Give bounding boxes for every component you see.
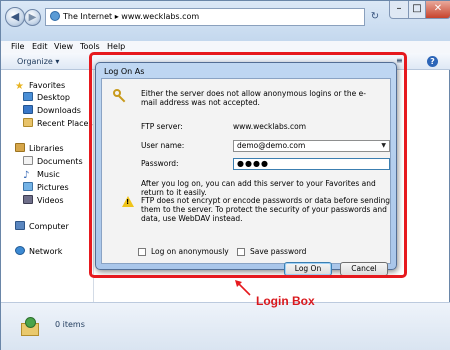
maximize-button[interactable]: □ (408, 1, 426, 19)
status-bar: 0 items (1, 302, 450, 350)
documents-icon (23, 156, 33, 165)
sidebar-item-network[interactable]: Network (15, 246, 62, 258)
navigation-pane: ★ Favorites Desktop Downloads Recent Plac… (1, 70, 93, 302)
pictures-icon (23, 182, 33, 191)
music-icon: ♪ (23, 170, 30, 181)
address-text: The Internet ▸ www.wecklabs.com (63, 12, 200, 21)
address-bar[interactable]: The Internet ▸ www.wecklabs.com (45, 8, 365, 26)
sidebar-item-downloads[interactable]: Downloads (23, 105, 81, 117)
globe-icon (50, 11, 60, 21)
sidebar-item-pictures[interactable]: Pictures (23, 182, 69, 194)
close-button[interactable]: ✕ (425, 1, 450, 19)
menu-view[interactable]: View (54, 41, 73, 53)
refresh-icon[interactable]: ↻ (367, 8, 383, 26)
menu-file[interactable]: File (11, 41, 24, 53)
sidebar-item-documents[interactable]: Documents (23, 156, 83, 168)
minimize-button[interactable]: – (389, 1, 409, 19)
recent-places-icon (23, 118, 33, 127)
libraries-icon (15, 143, 25, 152)
network-icon (15, 246, 25, 255)
forward-button[interactable]: ▶ (24, 9, 41, 26)
help-icon[interactable]: ? (427, 56, 438, 67)
title-bar: ◀ ▶ The Internet ▸ www.wecklabs.com ↻ – … (1, 1, 450, 41)
menu-edit[interactable]: Edit (32, 41, 48, 53)
downloads-icon (23, 105, 33, 114)
sidebar-item-desktop[interactable]: Desktop (23, 92, 70, 104)
sidebar-item-videos[interactable]: Videos (23, 195, 64, 207)
back-button[interactable]: ◀ (5, 7, 25, 27)
highlight-box (89, 52, 407, 278)
annotation-arrow-icon (235, 280, 251, 296)
videos-icon (23, 195, 33, 204)
sidebar-item-favorites[interactable]: ★ Favorites (15, 80, 65, 92)
sidebar-item-libraries[interactable]: Libraries (15, 143, 64, 155)
sidebar-item-music[interactable]: ♪ Music (23, 169, 60, 181)
sidebar-item-computer[interactable]: Computer (15, 221, 69, 233)
desktop-icon (23, 92, 33, 101)
ftp-folder-icon (21, 317, 39, 337)
annotation-label: Login Box (256, 294, 315, 308)
star-icon: ★ (15, 81, 24, 92)
item-count: 0 items (55, 320, 85, 329)
sidebar-item-recent-places[interactable]: Recent Places (23, 118, 93, 130)
organize-button[interactable]: Organize ▾ (17, 53, 59, 70)
computer-icon (15, 221, 25, 230)
